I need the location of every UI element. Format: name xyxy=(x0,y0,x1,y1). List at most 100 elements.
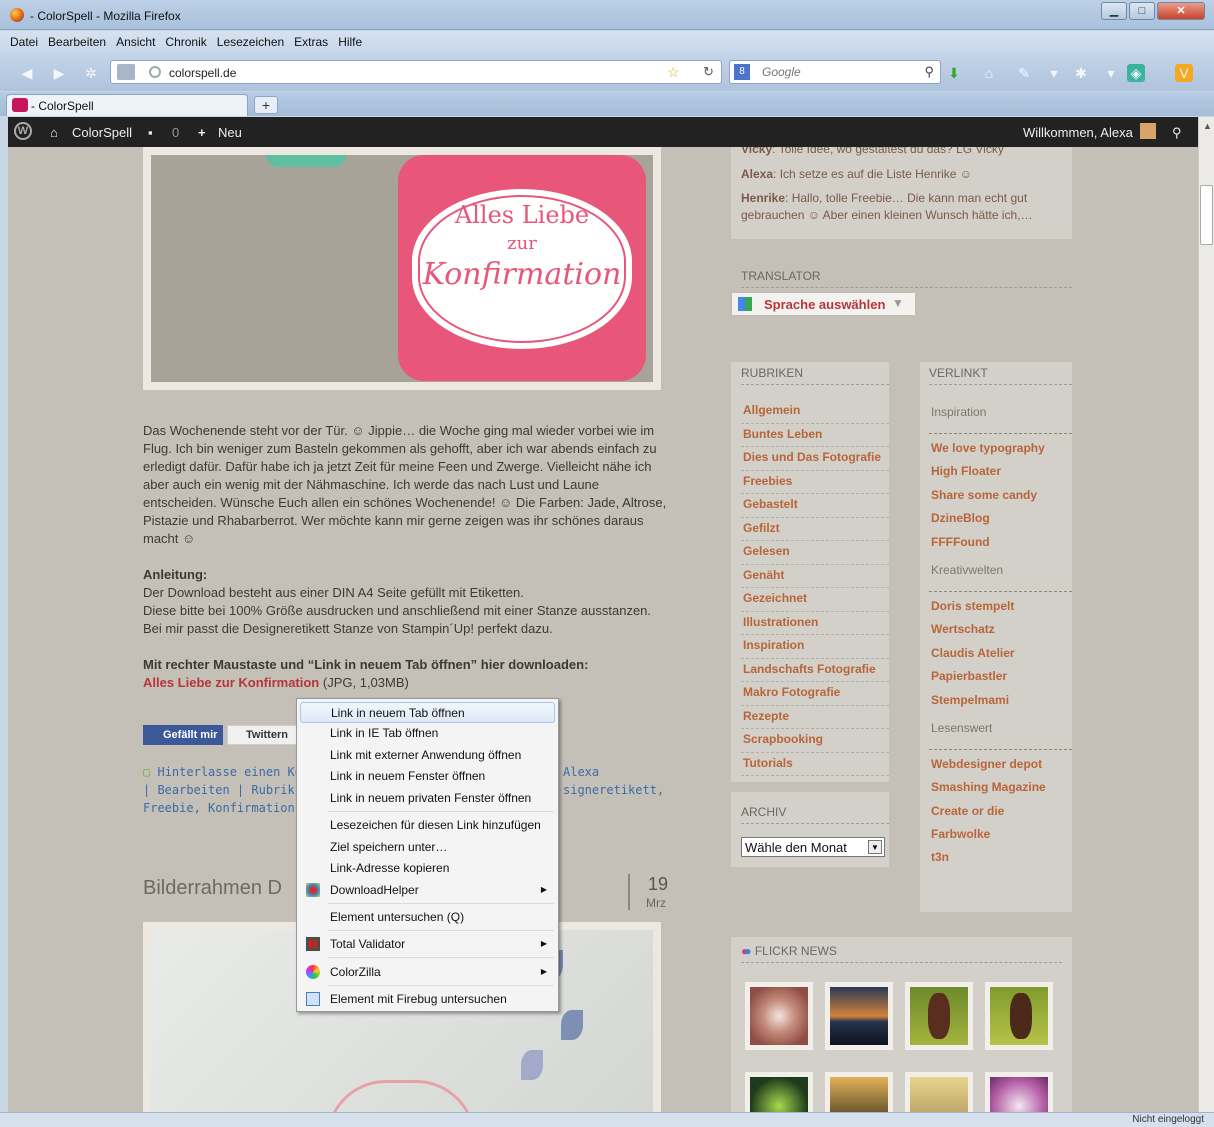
admin-site-link[interactable]: ColorSpell xyxy=(72,125,132,140)
url-bar[interactable]: colorspell.de ☆ ↻ xyxy=(110,60,722,84)
archive-select-value[interactable]: Wähle den Monat xyxy=(745,840,847,855)
menu-item-open-new-tab[interactable]: Link in neuem Tab öffnen xyxy=(300,702,555,723)
flickr-thumb[interactable] xyxy=(985,982,1053,1050)
menu-item-total-validator[interactable]: Total Validator ▶ xyxy=(300,934,555,955)
menu-item-inspect-element[interactable]: Element untersuchen (Q) xyxy=(300,907,555,928)
category-link[interactable]: Genäht xyxy=(741,565,889,588)
next-post-title[interactable]: Bilderrahmen D xyxy=(143,877,282,900)
plus-icon[interactable]: + xyxy=(198,125,206,140)
search-engine-icon[interactable]: 8 xyxy=(734,64,750,80)
comment-count[interactable]: 0 xyxy=(172,125,179,140)
category-link[interactable]: Illustrationen xyxy=(741,612,889,635)
dropdown-icon-2[interactable]: ▾ xyxy=(1102,64,1120,82)
dropdown-icon[interactable]: ▾ xyxy=(1045,64,1063,82)
menu-datei[interactable]: Datei xyxy=(10,31,38,53)
blogroll-link[interactable]: Create or die xyxy=(929,801,1072,824)
blogroll-link[interactable]: Stempelmami xyxy=(929,690,1072,713)
tag-link[interactable]: signeretikett, xyxy=(563,781,664,799)
chevron-down-icon[interactable]: ▼ xyxy=(892,296,904,310)
flickr-thumb[interactable] xyxy=(745,1072,813,1112)
download-icon[interactable]: ⬇ xyxy=(945,64,963,82)
recent-comment-1[interactable]: Vicky: Tolle Idee, wo gestaltest du das?… xyxy=(741,147,1004,158)
pencil-icon[interactable]: ✎ xyxy=(1015,64,1033,82)
flickr-thumb[interactable] xyxy=(985,1072,1053,1112)
reload-icon[interactable]: ↻ xyxy=(703,64,714,80)
category-link[interactable]: Gebastelt xyxy=(741,494,889,518)
category-link[interactable]: Scrapbooking xyxy=(741,729,889,753)
back-icon[interactable]: ◀ xyxy=(18,64,36,82)
category-link[interactable]: Makro Fotografie xyxy=(741,682,889,706)
edit-link[interactable]: | Bearbeiten | Rubrik: F xyxy=(143,783,316,797)
blogroll-link[interactable]: Webdesigner depot xyxy=(929,754,1072,777)
scroll-up-icon[interactable]: ▲ xyxy=(1203,121,1212,131)
forward-icon[interactable]: ▶ xyxy=(50,64,68,82)
admin-welcome[interactable]: Willkommen, Alexa xyxy=(1023,125,1133,140)
category-link[interactable]: Rezepte xyxy=(741,706,889,729)
category-link[interactable]: Tutorials xyxy=(741,753,889,776)
blogroll-link[interactable]: Farbwolke xyxy=(929,824,1072,847)
menu-chronik[interactable]: Chronik xyxy=(165,31,206,53)
twitter-button[interactable]: Twittern xyxy=(227,725,297,745)
scrollbar-thumb[interactable] xyxy=(1200,185,1213,245)
wordpress-icon[interactable]: W xyxy=(14,122,32,140)
menu-item-firebug-inspect[interactable]: Element mit Firebug untersuchen xyxy=(300,989,555,1010)
addon-icon[interactable]: ✱ xyxy=(1072,64,1090,82)
chevron-down-icon[interactable]: ▼ xyxy=(868,840,882,854)
admin-new-link[interactable]: Neu xyxy=(218,125,242,140)
new-tab-button[interactable]: + xyxy=(254,96,278,114)
gear-icon[interactable]: ✲ xyxy=(82,64,100,82)
category-link[interactable]: Dies und Das Fotografie xyxy=(741,447,889,471)
blogroll-link[interactable]: We love typography xyxy=(929,438,1072,461)
tab-colorspell[interactable]: - ColorSpell xyxy=(6,94,248,116)
close-window-button[interactable]: ✕ xyxy=(1157,2,1205,20)
category-link[interactable]: Gezeichnet xyxy=(741,588,889,612)
recent-comment-2[interactable]: Alexa: Ich setze es auf die Liste Henrik… xyxy=(741,166,972,183)
category-link[interactable]: Allgemein xyxy=(741,400,889,424)
menu-hilfe[interactable]: Hilfe xyxy=(338,31,362,53)
category-link[interactable]: Freebies xyxy=(741,471,889,494)
menu-item-open-ie-tab[interactable]: Link in IE Tab öffnen xyxy=(300,723,555,744)
flickr-thumb[interactable] xyxy=(905,1072,973,1112)
menu-item-open-new-window[interactable]: Link in neuem Fenster öffnen xyxy=(300,766,555,787)
vertical-scrollbar[interactable]: ▲ xyxy=(1198,117,1214,1112)
menu-item-downloadhelper[interactable]: DownloadHelper ▶ xyxy=(300,880,555,901)
menu-bearbeiten[interactable]: Bearbeiten xyxy=(48,31,106,53)
menu-item-copy-link[interactable]: Link-Adresse kopieren xyxy=(300,858,555,879)
menu-extras[interactable]: Extras xyxy=(294,31,328,53)
blogroll-link[interactable]: Wertschatz xyxy=(929,619,1072,642)
comment-icon[interactable]: ▪ xyxy=(148,125,153,140)
facebook-like-button[interactable]: Gefällt mir xyxy=(143,725,223,745)
extension-icon[interactable]: ◈ xyxy=(1127,64,1145,82)
blogroll-link[interactable]: Share some candy xyxy=(929,485,1072,508)
blogroll-link[interactable]: High Floater xyxy=(929,461,1072,484)
blogroll-link[interactable]: Papierbastler xyxy=(929,666,1072,689)
search-icon[interactable]: ⚲ xyxy=(924,64,934,80)
menu-item-save-target[interactable]: Ziel speichern unter… xyxy=(300,837,555,858)
blogroll-link[interactable]: t3n xyxy=(929,847,1072,870)
menu-item-bookmark-link[interactable]: Lesezeichen für diesen Link hinzufügen xyxy=(300,815,555,836)
vimeo-addon-icon[interactable]: V xyxy=(1175,64,1193,82)
download-link[interactable]: Alles Liebe zur Konfirmation xyxy=(143,675,319,690)
minimize-button[interactable]: ▁ xyxy=(1101,2,1127,20)
flickr-thumb[interactable] xyxy=(825,982,893,1050)
archive-month-select[interactable]: Wähle den Monat ▼ xyxy=(741,837,885,857)
folder-icon[interactable] xyxy=(117,64,135,80)
url-text[interactable]: colorspell.de xyxy=(169,66,236,80)
menu-lesezeichen[interactable]: Lesezeichen xyxy=(217,31,284,53)
home-icon[interactable]: ⌂ xyxy=(980,64,998,82)
menu-item-colorzilla[interactable]: ColorZilla ▶ xyxy=(300,962,555,983)
home-icon-admin[interactable]: ⌂ xyxy=(50,125,58,140)
bookmark-star-icon[interactable]: ☆ xyxy=(667,64,680,81)
menu-item-open-external[interactable]: Link mit externer Anwendung öffnen xyxy=(300,745,555,766)
category-link[interactable]: Buntes Leben xyxy=(741,424,889,447)
avatar[interactable] xyxy=(1140,123,1156,139)
blogroll-link[interactable]: Doris stempelt xyxy=(929,596,1072,619)
comment-link[interactable]: Hinterlasse einen Kor xyxy=(157,765,309,779)
admin-search-icon[interactable]: ⚲ xyxy=(1172,125,1182,141)
blogroll-link[interactable]: Claudis Atelier xyxy=(929,643,1072,666)
category-link[interactable]: Landschafts Fotografie xyxy=(741,659,889,682)
category-link[interactable]: Inspiration xyxy=(741,635,889,659)
category-link[interactable]: Gefilzt xyxy=(741,518,889,541)
blogroll-link[interactable]: FFFFound xyxy=(929,532,1072,555)
flickr-thumb[interactable] xyxy=(745,982,813,1050)
